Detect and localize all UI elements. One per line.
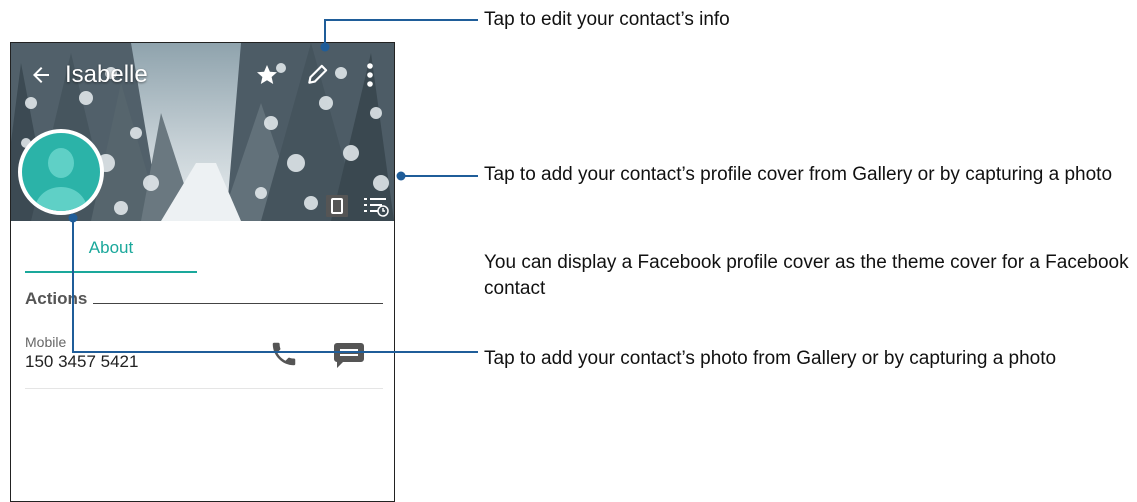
callout-edit-info: Tap to edit your contact’s info (484, 9, 730, 30)
more-vertical-icon[interactable] (363, 61, 377, 89)
callout-profile-cover: Tap to add your contact’s profile cover … (484, 164, 1113, 185)
pencil-icon[interactable] (305, 61, 331, 87)
contact-avatar[interactable] (18, 129, 104, 215)
tab-about[interactable]: About (25, 233, 197, 271)
chat-bubble-icon[interactable] (333, 341, 365, 369)
arrow-back-icon[interactable] (29, 63, 53, 87)
phone-screen: Isabelle About Actions Mobile 150 3457 5… (10, 42, 395, 502)
person-silhouette-icon (34, 148, 88, 211)
mobile-number[interactable]: 150 3457 5421 (25, 352, 138, 372)
callout-facebook-cover: You can display a Facebook profile cover… (484, 252, 1129, 299)
phone-icon[interactable] (269, 339, 299, 369)
contact-name: Isabelle (65, 61, 148, 88)
actions-heading: Actions (25, 289, 88, 308)
star-icon[interactable] (255, 63, 279, 87)
mobile-label: Mobile (25, 334, 67, 350)
row-divider (25, 388, 383, 389)
tab-indicator (25, 271, 197, 273)
phone-portrait-icon[interactable] (326, 195, 348, 217)
list-clock-icon[interactable] (363, 195, 389, 217)
section-divider (93, 303, 383, 304)
callout-contact-photo: Tap to add your contact’s photo from Gal… (484, 348, 1057, 369)
